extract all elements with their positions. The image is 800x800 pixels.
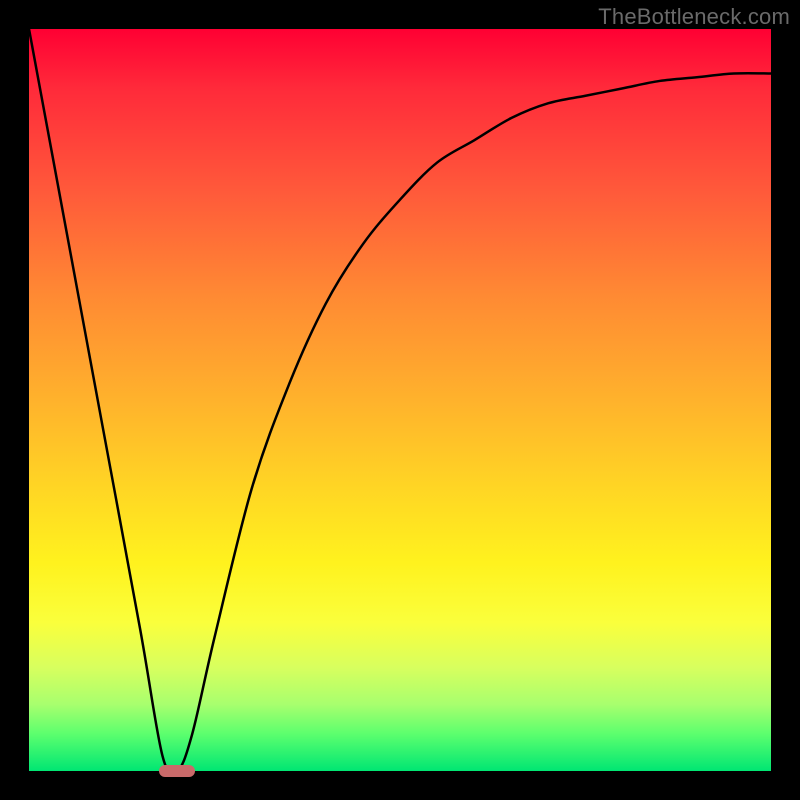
plot-area <box>29 29 771 771</box>
watermark-text: TheBottleneck.com <box>598 4 790 30</box>
bottleneck-curve <box>29 29 771 771</box>
chart-container: TheBottleneck.com <box>0 0 800 800</box>
min-marker <box>159 765 195 777</box>
